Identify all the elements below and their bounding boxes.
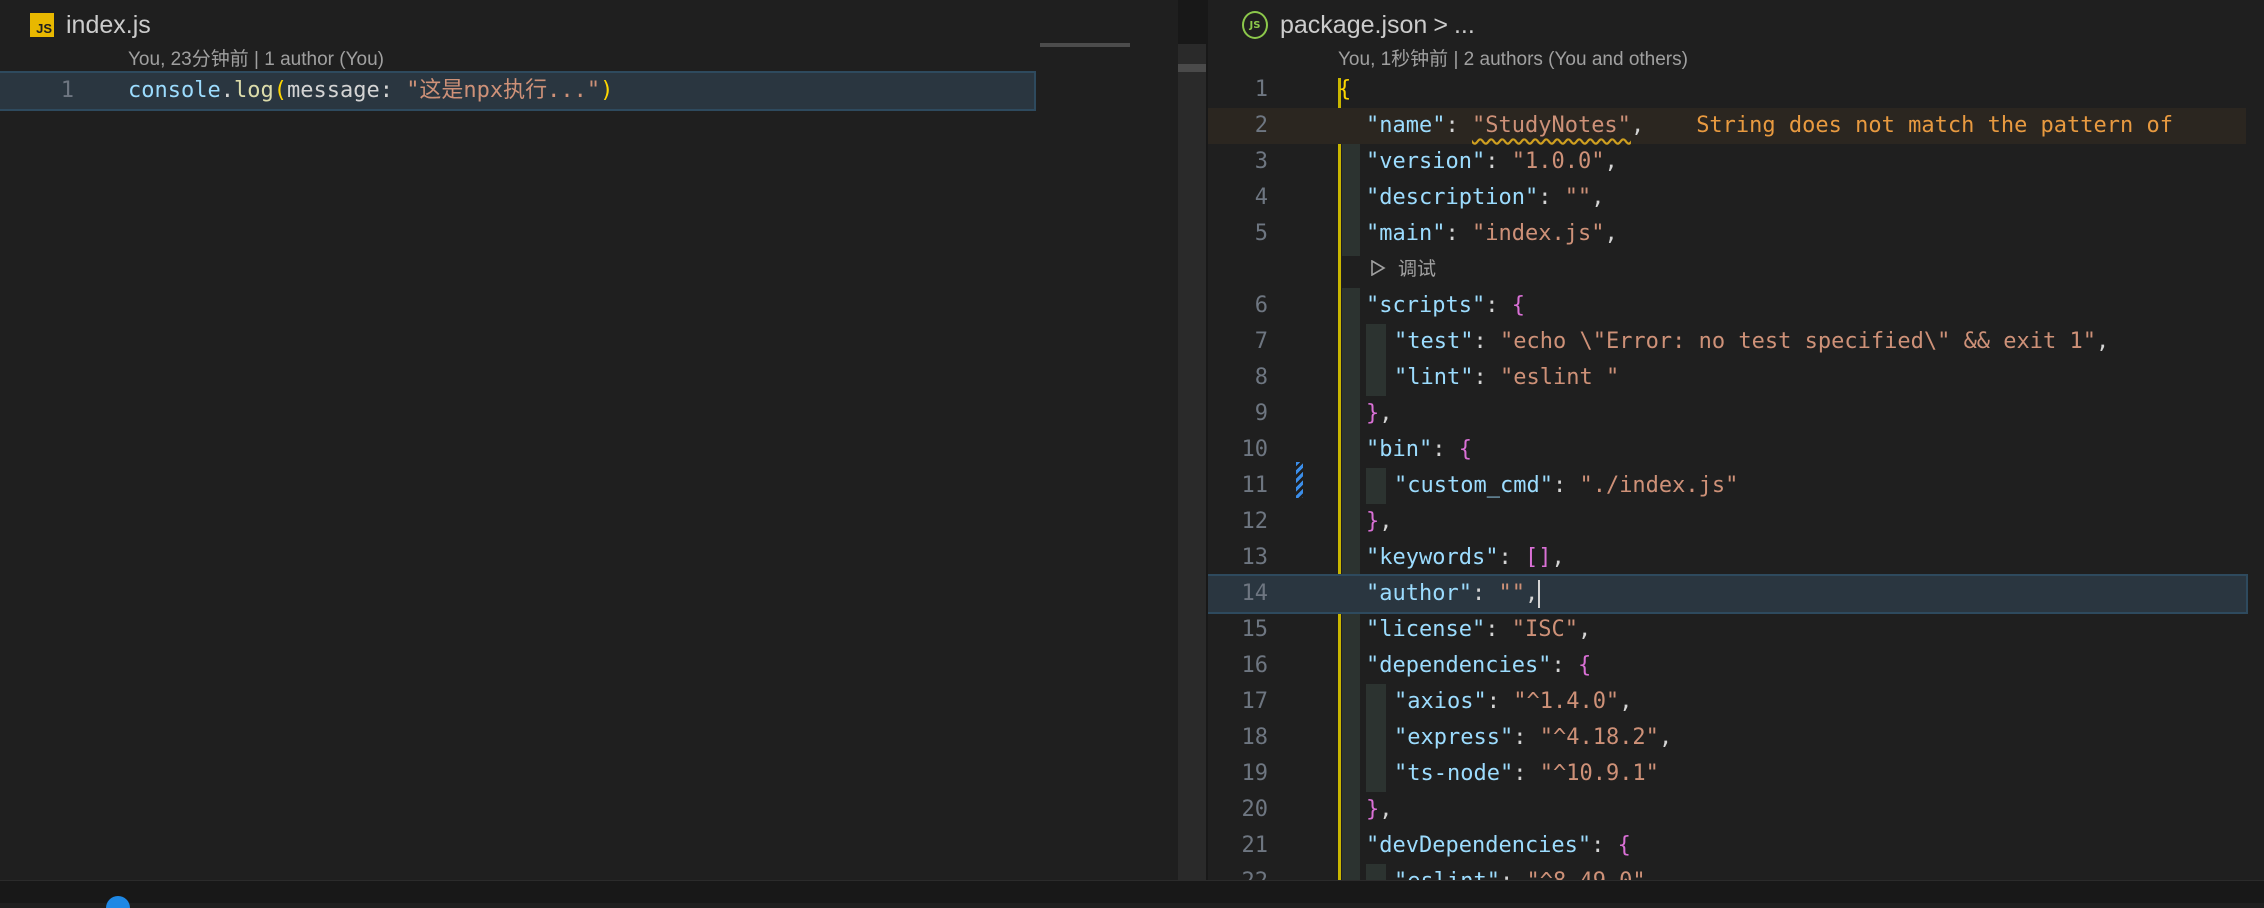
code-line[interactable]: 8 "lint": "eslint " (1208, 360, 2246, 396)
code-line[interactable]: 7 "test": "echo \"Error: no test specifie… (1208, 324, 2246, 360)
line-number: 21 (1241, 833, 1269, 858)
play-icon (1371, 259, 1386, 276)
line-number: 16 (1241, 653, 1269, 678)
line-number: 18 (1241, 725, 1269, 750)
code-text: }, (1366, 401, 1393, 426)
code-text: "eslint": "^8.49.0" (1394, 864, 1646, 880)
code-line[interactable]: 15 "license": "ISC", (1208, 612, 2246, 648)
code-line[interactable]: 1{ (1208, 72, 2246, 108)
line-number: 15 (1241, 617, 1269, 642)
code-text: "version": "1.0.0", (1366, 149, 1618, 174)
code-line[interactable]: 2 "name": "StudyNotes", String does not ma… (1208, 108, 2246, 144)
code-line[interactable]: 22 "eslint": "^8.49.0" (1208, 864, 2246, 880)
code-text: "license": "ISC", (1366, 617, 1592, 642)
line-number: 8 (1254, 365, 1268, 390)
code-text: "description": "", (1366, 185, 1605, 210)
line-number: 10 (1241, 437, 1269, 462)
left-scrollbar-thumb[interactable] (1178, 64, 1206, 72)
line-number: 1 (60, 78, 74, 103)
code-text: }, (1366, 509, 1393, 534)
line-number: 11 (1241, 473, 1269, 498)
code-text: "test": "echo \"Error: no test specified… (1394, 329, 2110, 354)
tab-package-json[interactable]: JS package.json > ... (1242, 2, 1475, 48)
line-number: 4 (1254, 185, 1268, 210)
code-line[interactable]: 17 "axios": "^1.4.0", (1208, 684, 2246, 720)
minimap[interactable] (1040, 43, 1130, 47)
code-text: "main": "index.js", (1366, 221, 1618, 246)
line-number: 7 (1254, 329, 1268, 354)
line-number: 22 (1208, 864, 1269, 880)
code-line[interactable]: 1 console.log(message: "这是npx执行...") (0, 71, 1036, 111)
tab-title: index.js (66, 10, 151, 39)
line-number: 3 (1254, 149, 1268, 174)
line-number: 5 (1254, 221, 1268, 246)
code-text: "express": "^4.18.2", (1394, 725, 1673, 750)
code-text: "dependencies": { (1366, 653, 1592, 678)
status-bar (0, 880, 2264, 903)
code-text: }, (1366, 797, 1393, 822)
js-file-icon: JS (30, 13, 54, 37)
code-line[interactable]: 9}, (1208, 396, 2246, 432)
line-number: 13 (1241, 545, 1269, 570)
tab-title: package.json (1280, 10, 1428, 39)
code-line[interactable]: 18 "express": "^4.18.2", (1208, 720, 2246, 756)
debug-label: 调试 (1398, 259, 1437, 280)
line-number: 9 (1254, 401, 1268, 426)
code-line[interactable]: 6 "scripts": { (1208, 288, 2246, 324)
right-scrollbar[interactable] (2248, 44, 2264, 880)
code-line[interactable]: 19 "ts-node": "^10.9.1" (1208, 756, 2246, 792)
code-text: "bin": { (1366, 437, 1472, 462)
left-scrollbar[interactable] (1178, 44, 1206, 880)
code-text: console.log(message: "这是npx执行...") (128, 78, 614, 103)
left-editor-pane: JS index.js You, 23分钟前 | 1 author (You) … (0, 0, 1178, 880)
code-line[interactable]: 10 "bin": { (1208, 432, 2246, 468)
code-text: "lint": "eslint " (1394, 365, 1620, 390)
nodejs-icon: JS (1242, 11, 1268, 39)
line-number: 20 (1241, 797, 1269, 822)
right-editor-pane: JS package.json > ... You, 1秒钟前 | 2 auth… (1208, 0, 2264, 880)
line-number: 14 (1241, 581, 1269, 606)
code-line[interactable]: 12}, (1208, 504, 2246, 540)
code-line[interactable]: 3 "version": "1.0.0", (1208, 144, 2246, 180)
line-number: 19 (1241, 761, 1269, 786)
debug-codelens[interactable]: 调试 (1370, 254, 1436, 281)
code-line[interactable]: 5 "main": "index.js", (1208, 216, 2246, 252)
text-cursor (1538, 580, 1541, 608)
code-text: "name": "StudyNotes", String does not mat… (1366, 113, 2174, 138)
line-number: 1 (1254, 77, 1268, 102)
code-text: "author": "", (1366, 580, 1541, 608)
inline-diagnostic: String does not match the pattern of (1696, 113, 2174, 138)
code-line[interactable]: 20}, (1208, 792, 2246, 828)
code-text: "custom_cmd": "./index.js" (1394, 473, 1739, 498)
codelens-blame[interactable]: You, 23分钟前 | 1 author (You) (128, 44, 384, 71)
line-number: 12 (1241, 509, 1269, 534)
tab-index-js[interactable]: JS index.js (30, 2, 151, 48)
code-line[interactable]: 11 "custom_cmd": "./index.js" (1208, 468, 2246, 504)
code-line[interactable]: 13 "keywords": [], (1208, 540, 2246, 576)
code-line[interactable]: 4 "description": "", (1208, 180, 2246, 216)
code-text: "scripts": { (1366, 293, 1525, 318)
line-number: 17 (1241, 689, 1269, 714)
line-number: 6 (1254, 293, 1268, 318)
codelens-blame[interactable]: You, 1秒钟前 | 2 authors (You and others) (1338, 44, 1688, 71)
line-number: 2 (1254, 113, 1268, 138)
code-line[interactable]: 14 "author": "", (1208, 574, 2248, 614)
code-text: "ts-node": "^10.9.1" (1394, 761, 1659, 786)
code-text: "devDependencies": { (1366, 833, 1631, 858)
breadcrumb-separator: > (1433, 10, 1448, 39)
code-text: "axios": "^1.4.0", (1394, 689, 1633, 714)
code-text: { (1338, 77, 1352, 102)
breadcrumb-more[interactable]: ... (1454, 11, 1475, 40)
code-line[interactable]: 16 "dependencies": { (1208, 648, 2246, 684)
code-text: "keywords": [], (1366, 545, 1565, 570)
code-line[interactable]: 21 "devDependencies": { (1208, 828, 2246, 864)
